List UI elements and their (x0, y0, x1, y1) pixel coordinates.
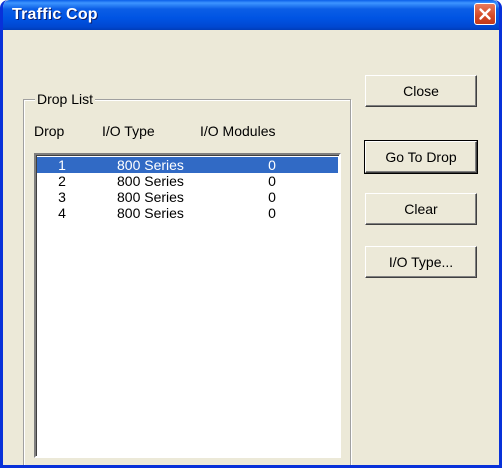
io-modules-value: 0 (268, 189, 276, 205)
window-close-button[interactable] (474, 3, 496, 25)
list-item[interactable]: 3 800 Series 0 (37, 189, 338, 205)
drop-listbox[interactable]: 1 800 Series 0 2 800 Series 0 3 800 Seri… (34, 153, 341, 458)
io-modules-value: 0 (268, 205, 276, 221)
dialog-client-area: Drop List Drop I/O Type I/O Modules 1 80… (3, 30, 499, 465)
io-type-value: 800 Series (117, 173, 184, 189)
drop-number: 3 (58, 189, 66, 205)
window-title: Traffic Cop (12, 6, 98, 23)
io-modules-value: 0 (268, 173, 276, 189)
drop-number: 1 (58, 157, 66, 173)
column-header-io-modules: I/O Modules (200, 123, 276, 139)
close-button[interactable]: Close (365, 75, 477, 107)
column-header-io-type: I/O Type (102, 123, 155, 139)
drop-number: 2 (58, 173, 66, 189)
io-type-button[interactable]: I/O Type... (365, 246, 477, 278)
clear-button[interactable]: Clear (365, 193, 477, 225)
close-icon (479, 8, 491, 20)
column-header-drop: Drop (34, 123, 65, 139)
list-item[interactable]: 4 800 Series 0 (37, 205, 338, 221)
list-item[interactable]: 2 800 Series 0 (37, 173, 338, 189)
io-type-value: 800 Series (117, 157, 184, 173)
go-to-drop-button[interactable]: Go To Drop (364, 140, 478, 174)
io-modules-value: 0 (268, 157, 276, 173)
drop-list-group: Drop List Drop I/O Type I/O Modules 1 80… (23, 91, 351, 465)
drop-number: 4 (58, 205, 66, 221)
group-label: Drop List (35, 91, 96, 107)
io-type-value: 800 Series (117, 189, 184, 205)
traffic-cop-dialog: Traffic Cop Drop List Drop I/O Type I/O … (0, 0, 502, 468)
io-type-value: 800 Series (117, 205, 184, 221)
title-bar[interactable]: Traffic Cop (3, 0, 499, 30)
list-item[interactable]: 1 800 Series 0 (37, 157, 338, 173)
